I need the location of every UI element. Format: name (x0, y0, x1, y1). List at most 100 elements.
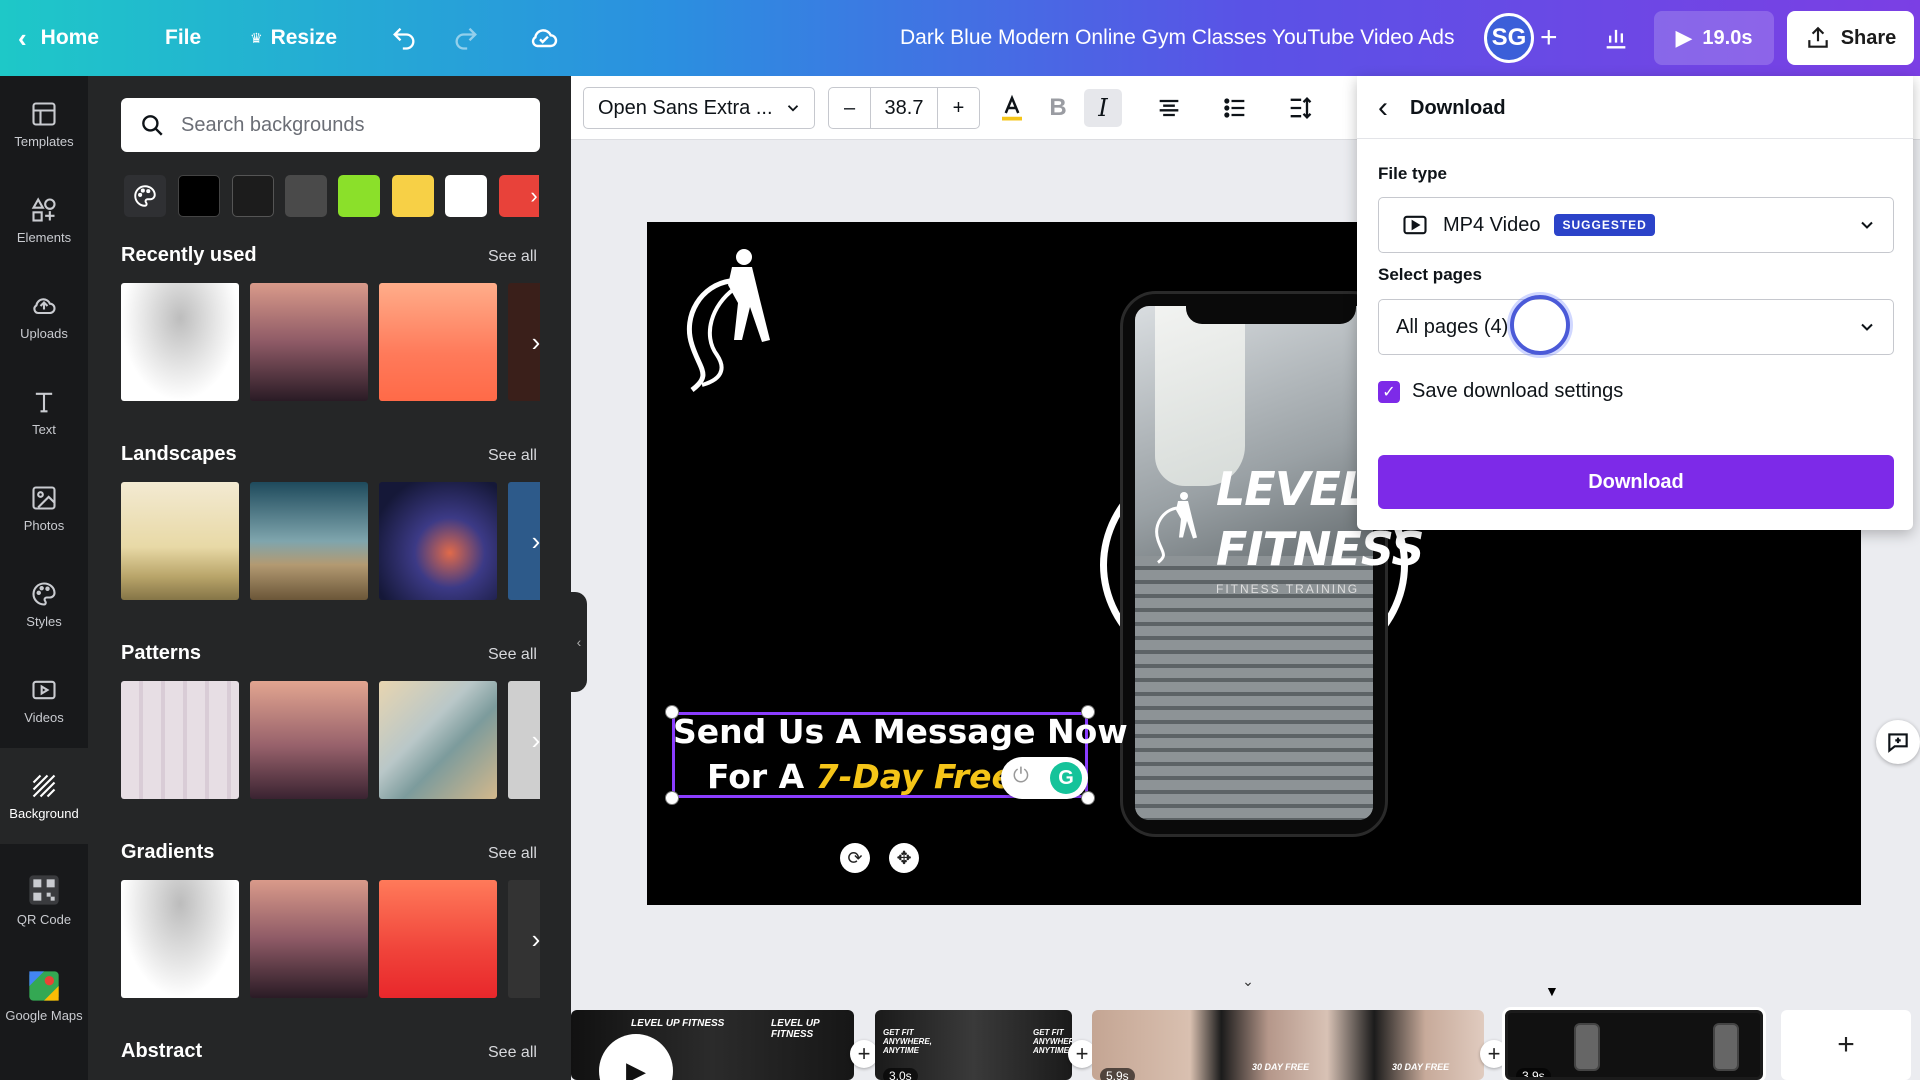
background-thumbnail[interactable] (250, 283, 368, 401)
rail-item-google-maps[interactable]: Google Maps (0, 948, 88, 1044)
increase-font-size-button[interactable]: + (937, 88, 979, 128)
bold-button[interactable]: B (1039, 89, 1077, 127)
font-family-dropdown[interactable]: Open Sans Extra ... (583, 87, 815, 129)
rail-label: Styles (26, 613, 62, 629)
rail-item-styles[interactable]: Styles (0, 556, 88, 652)
see-all-link[interactable]: See all (488, 248, 537, 266)
background-thumbnail[interactable] (250, 681, 368, 799)
background-thumbnail[interactable] (121, 880, 239, 998)
rail-item-templates[interactable]: Templates (0, 76, 88, 172)
color-swatch[interactable] (338, 175, 380, 217)
collapse-panel-button[interactable]: ‹ (571, 592, 587, 692)
background-thumbnail[interactable] (379, 880, 497, 998)
move-handle[interactable]: ✥ (889, 843, 919, 873)
chevron-right-icon[interactable]: › (520, 182, 548, 210)
message-line-1[interactable]: Send Us A Message Now (673, 712, 1128, 751)
rail-item-photos[interactable]: Photos (0, 460, 88, 556)
rail-item-uploads[interactable]: Uploads (0, 268, 88, 364)
see-all-link[interactable]: See all (488, 845, 537, 863)
chevron-right-icon[interactable]: › (522, 327, 550, 357)
checkbox-checked-icon[interactable]: ✓ (1378, 380, 1400, 403)
cloud-check-icon (531, 29, 558, 48)
italic-button[interactable]: I (1084, 89, 1122, 127)
spacing-button[interactable] (1281, 89, 1319, 127)
color-swatch[interactable] (392, 175, 434, 217)
background-thumbnail[interactable] (121, 283, 239, 401)
message-line-2[interactable]: For A 7-Day Free T (707, 757, 1048, 796)
subheadline-fitness-training[interactable]: FITNESS TRAINING (1216, 582, 1359, 596)
section-title-patterns: Patterns (121, 642, 202, 664)
page-duration: 5.9s (1100, 1068, 1135, 1080)
background-thumbnail[interactable] (379, 681, 497, 799)
font-size-input[interactable]: 38.7 (871, 88, 937, 128)
section-title-abstract: Abstract (121, 1040, 203, 1062)
color-swatch[interactable] (445, 175, 487, 217)
qr-code-icon (29, 874, 59, 905)
download-back-button[interactable]: ‹ Download (1378, 91, 1506, 124)
chevron-right-icon[interactable]: › (522, 924, 550, 954)
insights-button[interactable] (1594, 11, 1638, 65)
rail-item-elements[interactable]: Elements (0, 172, 88, 268)
add-transition-button[interactable]: + (850, 1040, 878, 1068)
share-button[interactable]: Share (1787, 11, 1914, 65)
timeline-page-1[interactable]: LEVEL UP FITNESS LEVEL UP FITNESS ▶ (571, 1010, 854, 1080)
color-swatch[interactable] (178, 175, 220, 217)
plus-icon: + (1540, 21, 1558, 54)
present-play-button[interactable]: ▶ 19.0s (1654, 11, 1774, 65)
see-all-link[interactable]: See all (488, 447, 537, 465)
page-phone-mini (1713, 1023, 1739, 1071)
color-swatch[interactable] (285, 175, 327, 217)
see-all-link[interactable]: See all (488, 1044, 537, 1062)
resize-button[interactable]: ♛ Resize (250, 0, 337, 76)
cloud-saved-button[interactable] (528, 0, 560, 76)
timeline-page-4-selected[interactable]: 3.9s (1505, 1010, 1763, 1080)
background-thumbnail[interactable] (379, 283, 497, 401)
home-button[interactable]: ‹ Home (18, 0, 99, 76)
file-type-dropdown[interactable]: MP4 Video SUGGESTED (1378, 197, 1894, 253)
background-thumbnail[interactable] (250, 880, 368, 998)
background-thumbnail[interactable] (121, 482, 239, 600)
avatar[interactable]: SG (1484, 13, 1534, 63)
resize-handle[interactable] (665, 791, 679, 805)
align-center-button[interactable] (1150, 89, 1188, 127)
document-title[interactable]: Dark Blue Modern Online Gym Classes YouT… (900, 0, 1454, 76)
rail-item-qr-code[interactable]: QR Code (0, 852, 88, 948)
expand-timeline-button[interactable]: ⌄ (1228, 972, 1268, 990)
text-color-button[interactable] (993, 89, 1031, 127)
power-icon: ⏻ (1013, 765, 1029, 787)
resize-handle[interactable] (1081, 791, 1095, 805)
see-all-link[interactable]: See all (488, 646, 537, 664)
text-color-icon (1002, 94, 1022, 121)
background-thumbnail[interactable] (250, 482, 368, 600)
background-thumbnail[interactable] (379, 482, 497, 600)
rail-item-videos[interactable]: Videos (0, 652, 88, 748)
decrease-font-size-button[interactable]: – (829, 88, 871, 128)
search-backgrounds-input[interactable]: Search backgrounds (121, 98, 540, 152)
select-pages-dropdown[interactable]: All pages (4) (1378, 299, 1894, 355)
color-swatch[interactable] (232, 175, 274, 217)
grammarly-widget[interactable]: ⏻ G (1001, 757, 1088, 799)
rail-item-background[interactable]: Background (0, 748, 88, 844)
save-settings-checkbox-row[interactable]: ✓ Save download settings (1378, 380, 1623, 403)
chevron-left-icon: ‹ (18, 22, 27, 53)
chevron-down-icon (787, 105, 799, 112)
play-icon[interactable]: ▶ (599, 1034, 673, 1080)
add-transition-button[interactable]: + (1480, 1040, 1508, 1068)
bulleted-list-button[interactable] (1216, 89, 1254, 127)
add-comment-button[interactable] (1876, 720, 1920, 764)
download-button[interactable]: Download (1378, 455, 1894, 509)
timeline-page-3[interactable]: 30 DAY FREE 30 DAY FREE 5.9s (1092, 1010, 1484, 1080)
file-menu-button[interactable]: File (165, 0, 201, 76)
timeline-page-2[interactable]: GET FIT ANYWHERE, ANYTIME GET FIT ANYWHE… (875, 1010, 1072, 1080)
add-page-button[interactable]: + (1781, 1010, 1911, 1080)
rail-item-text[interactable]: Text (0, 364, 88, 460)
headline-fitness[interactable]: FITNESS (1216, 522, 1424, 576)
color-picker-button[interactable] (124, 175, 166, 217)
add-collaborator-button[interactable]: + (1540, 0, 1558, 76)
chevron-right-icon[interactable]: › (522, 725, 550, 755)
chevron-right-icon[interactable]: › (522, 526, 550, 556)
undo-button[interactable] (390, 0, 418, 76)
rotate-handle[interactable]: ⟳ (840, 843, 870, 873)
background-thumbnail[interactable] (121, 681, 239, 799)
redo-button[interactable] (452, 0, 480, 76)
